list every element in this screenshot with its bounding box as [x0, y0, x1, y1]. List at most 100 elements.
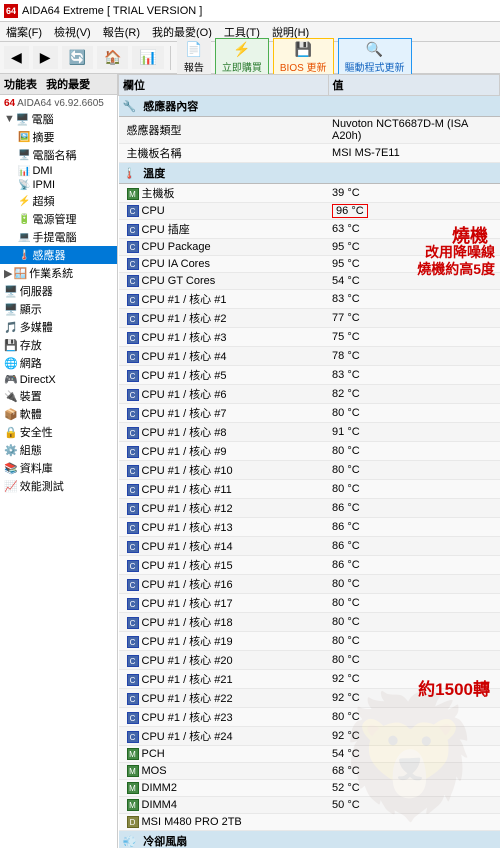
server-icon: 🖥️ [4, 285, 18, 298]
sidebar-item-computer[interactable]: ▼ 🖥️ 電腦 [0, 110, 117, 128]
network-label: 網路 [20, 355, 42, 371]
sidebar-item-display[interactable]: 🖥️ 顯示 [0, 300, 117, 318]
sidebar-item-summary[interactable]: 🖼️ 摘要 [0, 128, 117, 146]
sidebar-item-storage[interactable]: 💾 存放 [0, 336, 117, 354]
sidebar-item-benchmark[interactable]: 📈 效能測試 [0, 477, 117, 495]
cell-field: CCPU #1 / 核心 #14 [119, 537, 329, 556]
field-text: CPU #1 / 核心 #2 [142, 313, 227, 325]
table-row: CCPU #1 / 核心 #12 86 °C [119, 499, 500, 518]
pcname-label: 電腦名稱 [32, 147, 76, 163]
home-button[interactable]: 🏠 [97, 46, 128, 69]
database-icon: 📚 [4, 462, 18, 475]
cpu-row-icon: C [127, 655, 139, 667]
cell-value: 63 °C [332, 223, 360, 235]
cpu-row-icon: C [127, 693, 139, 705]
pcname-icon: 🖥️ [18, 150, 30, 161]
forward-button[interactable]: ▶ [33, 46, 58, 69]
dmi-label: DMI [32, 165, 52, 177]
sidebar-item-sensor[interactable]: 🌡️ 感應器 [0, 246, 117, 264]
menu-file[interactable]: 檔案(F) [4, 24, 44, 40]
sidebar: 功能表 我的最愛 64 AIDA64 v6.92.6605 ▼ 🖥️ 電腦 🖼️… [0, 74, 118, 848]
cell-field: CCPU #1 / 核心 #7 [119, 404, 329, 423]
security-icon: 🔒 [4, 426, 18, 439]
col-field: 欄位 [119, 75, 329, 96]
cell-value: 80 °C [332, 616, 360, 628]
cell-value-td [328, 814, 499, 831]
laptop-icon: 💻 [18, 232, 30, 243]
cpu-row-icon: C [127, 541, 139, 553]
sidebar-item-database[interactable]: 📚 資料庫 [0, 459, 117, 477]
field-text: CPU Package [142, 241, 211, 253]
table-row: CCPU #1 / 核心 #1 83 °C [119, 290, 500, 309]
cell-field: CCPU #1 / 核心 #22 [119, 689, 329, 708]
field-text: CPU #1 / 核心 #15 [142, 560, 233, 572]
menu-report[interactable]: 報告(R) [101, 24, 142, 40]
cell-value: 50 °C [332, 799, 360, 811]
driver-update-button[interactable]: 🔍 驅動程式更新 [338, 38, 412, 77]
sidebar-item-os[interactable]: ▶ 🪟 作業系統 [0, 264, 117, 282]
computer-icon: 🖥️ [16, 113, 30, 126]
cell-field: MDIMM2 [119, 780, 329, 797]
cpu-row-icon: C [127, 241, 139, 253]
table-row: CCPU #1 / 核心 #3 75 °C [119, 328, 500, 347]
cell-field: MPCH [119, 746, 329, 763]
buy-button[interactable]: ⚡ 立即購買 [215, 38, 269, 77]
sidebar-item-power[interactable]: 🔋 電源管理 [0, 210, 117, 228]
sidebar-item-directx[interactable]: 🎮 DirectX [0, 372, 117, 387]
bios-label: BIOS 更新 [280, 59, 327, 74]
cell-value: 83 °C [332, 293, 360, 305]
sidebar-section-1: 功能表 我的最愛 [0, 74, 117, 95]
table-row: CCPU #1 / 核心 #21 92 °C [119, 670, 500, 689]
field-text: 主機板名稱 [127, 148, 182, 160]
cell-field: CCPU #1 / 核心 #1 [119, 290, 329, 309]
report-button[interactable]: 📄 報告 [177, 38, 211, 77]
sidebar-item-software[interactable]: 📦 軟體 [0, 405, 117, 423]
fan-section-icon: 💨 [123, 836, 137, 848]
cell-value: 92 °C [332, 730, 360, 742]
table-row: DMSI M480 PRO 2TB [119, 814, 500, 831]
cell-value: 82 °C [332, 388, 360, 400]
cpu-row-icon: C [127, 389, 139, 401]
sidebar-item-dmi[interactable]: 📊 DMI [0, 164, 117, 178]
field-text: CPU #1 / 核心 #11 [142, 484, 232, 496]
table-row: MPCH 54 °C [119, 746, 500, 763]
bios-update-button[interactable]: 💾 BIOS 更新 [273, 38, 334, 77]
storage-row-icon: D [127, 816, 139, 828]
cell-field: CCPU #1 / 核心 #2 [119, 309, 329, 328]
cell-value: 86 °C [332, 521, 360, 533]
cell-field: CCPU #1 / 核心 #10 [119, 461, 329, 480]
cell-field: CCPU #1 / 核心 #23 [119, 708, 329, 727]
menu-view[interactable]: 檢視(V) [52, 24, 93, 40]
sidebar-item-device[interactable]: 🔌 裝置 [0, 387, 117, 405]
field-text: 感應器類型 [127, 125, 182, 137]
field-text: MSI M480 PRO 2TB [142, 816, 242, 828]
field-text: MOS [142, 765, 167, 777]
sidebar-item-config[interactable]: ⚙️ 組態 [0, 441, 117, 459]
sidebar-item-security[interactable]: 🔒 安全性 [0, 423, 117, 441]
sidebar-item-overclock[interactable]: ⚡ 超頻 [0, 192, 117, 210]
back-button[interactable]: ◀ [4, 46, 29, 69]
sidebar-item-laptop[interactable]: 💻 手提電腦 [0, 228, 117, 246]
cell-value: 78 °C [332, 350, 360, 362]
chart-button[interactable]: 📊 [132, 46, 163, 69]
field-text: CPU #1 / 核心 #20 [142, 655, 233, 667]
cell-value: 52 °C [332, 782, 360, 794]
sidebar-item-ipmi[interactable]: 📡 IPMI [0, 178, 117, 192]
cell-field: CCPU #1 / 核心 #19 [119, 632, 329, 651]
board-row-icon: M [127, 188, 139, 200]
field-text: CPU GT Cores [142, 275, 216, 287]
cpu-row-icon: C [127, 484, 139, 496]
cpu-row-icon: C [127, 275, 139, 287]
sidebar-item-network[interactable]: 🌐 網路 [0, 354, 117, 372]
benchmark-label: 效能測試 [20, 478, 64, 494]
sidebar-item-multimedia[interactable]: 🎵 多媒體 [0, 318, 117, 336]
sidebar-item-server[interactable]: 🖥️ 伺服器 [0, 282, 117, 300]
sidebar-item-pcname[interactable]: 🖥️ 電腦名稱 [0, 146, 117, 164]
sidebar-app-version: 64 AIDA64 v6.92.6605 [0, 97, 117, 110]
cell-value-td: 92 °C [328, 689, 499, 708]
section-header-cell: 💨 冷卻風扇 [119, 831, 500, 848]
cell-value-td: 80 °C [328, 404, 499, 423]
refresh-button[interactable]: 🔄 [62, 46, 93, 69]
cell-field: CCPU #1 / 核心 #9 [119, 442, 329, 461]
cpu-row-icon: C [127, 560, 139, 572]
